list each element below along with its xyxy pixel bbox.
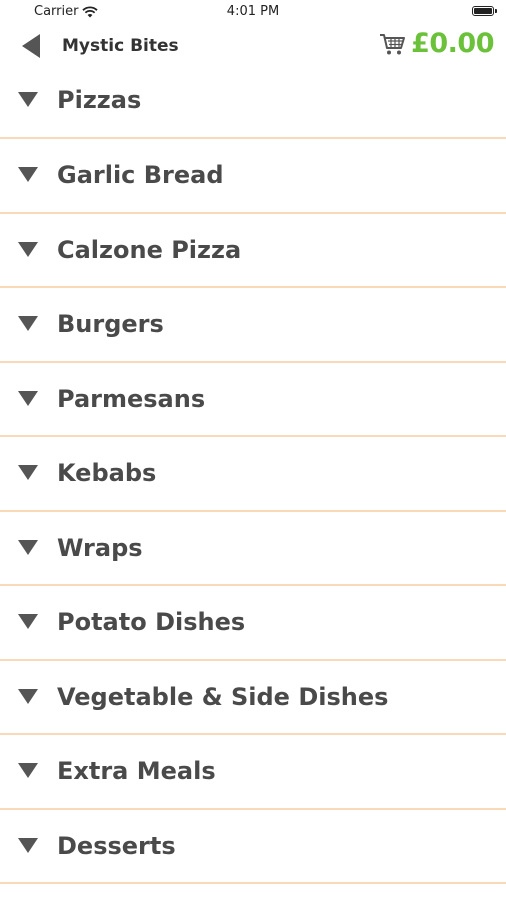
cart-total: £0.00 bbox=[411, 28, 494, 59]
category-item-pizzas[interactable]: Pizzas bbox=[0, 64, 506, 139]
category-item-burgers[interactable]: Burgers bbox=[0, 288, 506, 363]
expand-triangle-icon bbox=[18, 241, 38, 257]
category-item-kebabs[interactable]: Kebabs bbox=[0, 437, 506, 512]
status-bar: Carrier 4:01 PM bbox=[0, 0, 506, 24]
expand-triangle-icon bbox=[18, 539, 38, 555]
category-label: Extra Meals bbox=[57, 757, 216, 785]
shopping-cart-icon bbox=[380, 33, 406, 54]
expand-triangle-icon bbox=[18, 837, 38, 853]
navigation-header: Mystic Bites £0.00 bbox=[0, 24, 506, 68]
category-label: Parmesans bbox=[57, 384, 206, 413]
expand-triangle-icon bbox=[18, 465, 38, 480]
category-item-wraps[interactable]: Wraps bbox=[0, 512, 506, 586]
expand-triangle-icon bbox=[18, 167, 38, 182]
category-label: Burgers bbox=[57, 310, 164, 338]
expand-triangle-icon bbox=[18, 390, 38, 406]
page-title: Mystic Bites bbox=[62, 36, 179, 56]
battery-icon bbox=[472, 6, 497, 16]
back-button[interactable] bbox=[18, 32, 46, 60]
expand-triangle-icon bbox=[18, 614, 38, 629]
category-item-parmesans[interactable]: Parmesans bbox=[0, 363, 506, 437]
category-item-vegetable-side-dishes[interactable]: Vegetable & Side Dishes bbox=[0, 661, 506, 735]
expand-triangle-icon bbox=[18, 316, 38, 331]
category-label: Calzone Pizza bbox=[57, 235, 242, 264]
back-arrow-icon bbox=[22, 34, 40, 58]
expand-triangle-icon bbox=[18, 92, 38, 107]
category-label: Pizzas bbox=[57, 86, 142, 114]
category-label: Kebabs bbox=[57, 459, 157, 487]
category-item-potato-dishes[interactable]: Potato Dishes bbox=[0, 586, 506, 661]
category-item-calzone-pizza[interactable]: Calzone Pizza bbox=[0, 214, 506, 288]
expand-triangle-icon bbox=[18, 688, 38, 704]
category-item-garlic-bread[interactable]: Garlic Bread bbox=[0, 139, 506, 214]
category-label: Garlic Bread bbox=[57, 161, 224, 189]
category-label: Wraps bbox=[57, 533, 143, 562]
category-label: Potato Dishes bbox=[57, 608, 246, 636]
status-time: 4:01 PM bbox=[226, 4, 280, 19]
category-label: Desserts bbox=[57, 831, 176, 860]
category-item-desserts[interactable]: Desserts bbox=[0, 810, 506, 884]
category-item-extra-meals[interactable]: Extra Meals bbox=[0, 735, 506, 810]
expand-triangle-icon bbox=[18, 763, 38, 778]
category-list: Pizzas Garlic Bread Calzone Pizza Burger… bbox=[0, 64, 506, 884]
cart-button[interactable]: £0.00 bbox=[379, 28, 494, 59]
category-label: Vegetable & Side Dishes bbox=[57, 682, 389, 711]
